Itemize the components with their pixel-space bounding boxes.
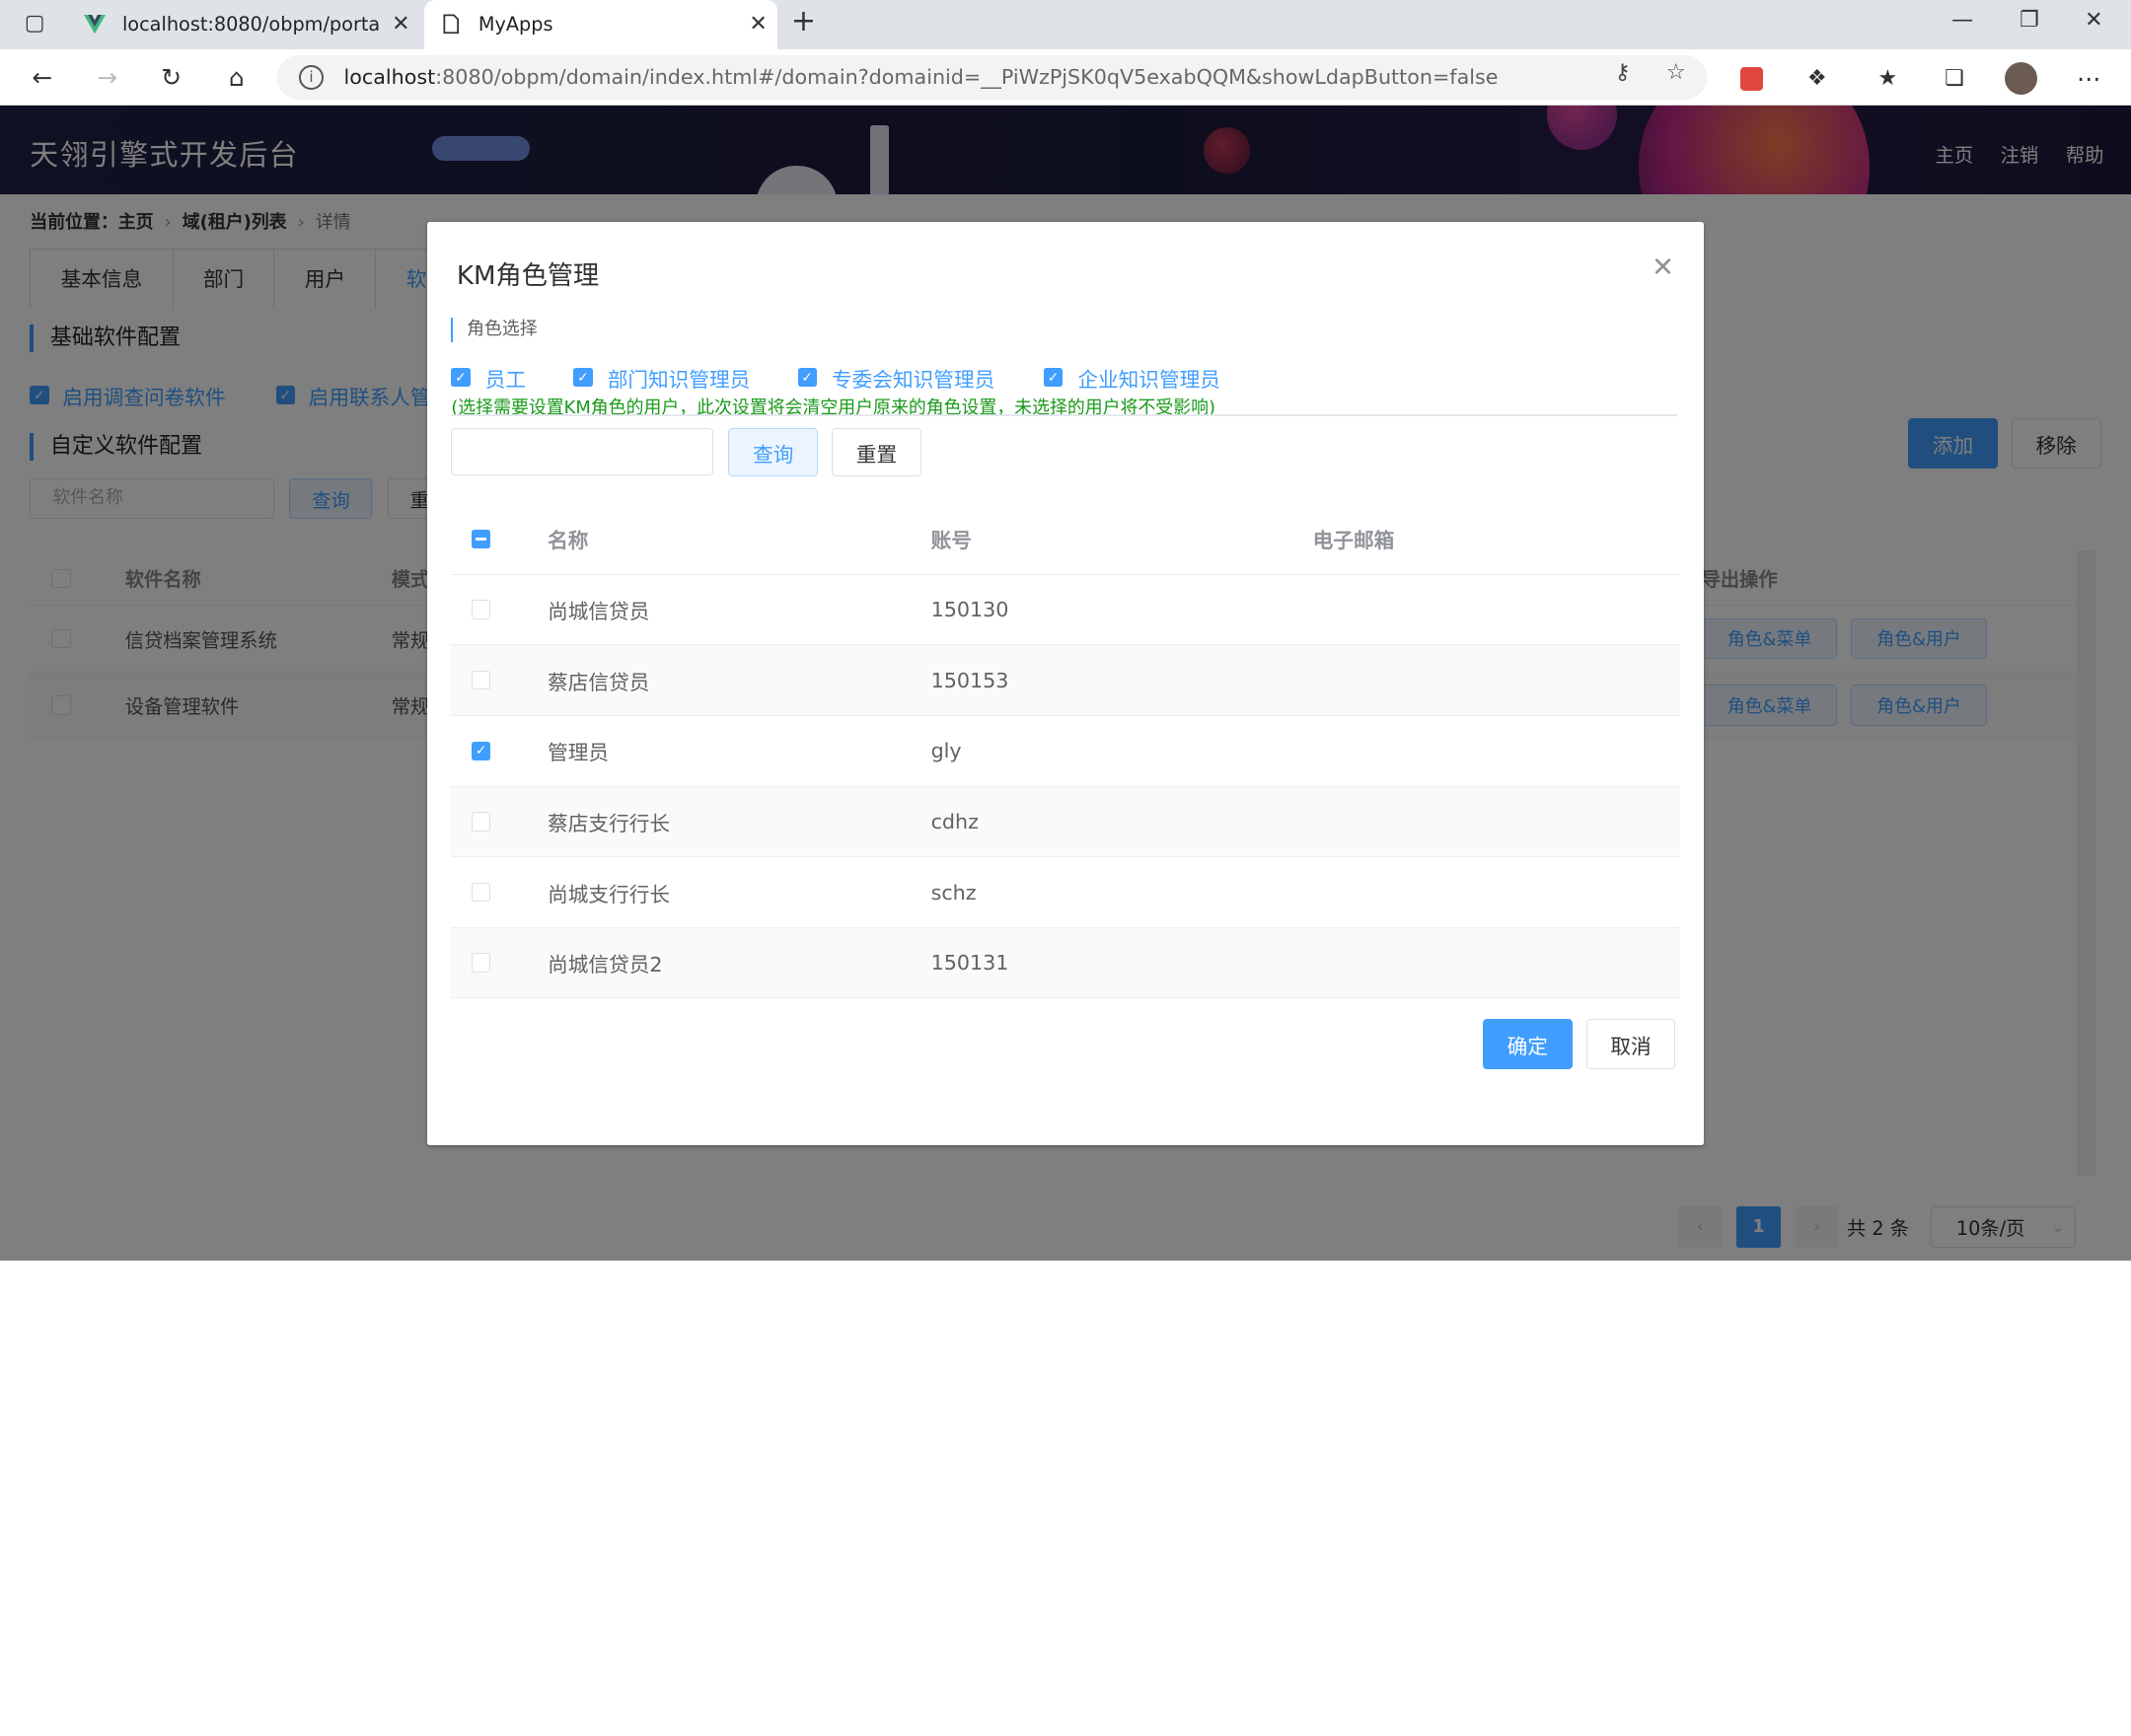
- extension-red-icon[interactable]: [1735, 62, 1768, 95]
- table-row[interactable]: 尚城信贷员 150130: [451, 575, 1680, 646]
- dialog-reset-button[interactable]: 重置: [832, 427, 921, 477]
- role-check-employee[interactable]: ✓ 员工: [451, 363, 526, 393]
- row-checkbox[interactable]: ✓: [471, 716, 491, 786]
- row-name: 尚城信贷员2: [548, 953, 663, 977]
- km-role-dialog: KM角色管理 ✕ 角色选择 ✓ 员工 ✓ 部门知识管理员 ✓ 专委会知识管理员 ✓ 企业…: [426, 221, 1705, 1146]
- row-checkbox[interactable]: [471, 787, 491, 857]
- forward-icon[interactable]: →: [90, 60, 125, 96]
- checkbox-checked[interactable]: ✓: [573, 368, 593, 388]
- window-close-icon[interactable]: ✕: [2085, 8, 2102, 33]
- document-icon: [440, 14, 462, 36]
- back-icon[interactable]: ←: [25, 60, 60, 96]
- row-checkbox[interactable]: [471, 928, 491, 998]
- checkbox-checked[interactable]: ✓: [451, 368, 471, 388]
- collections-icon[interactable]: ❏: [1938, 62, 1970, 95]
- close-tab-icon[interactable]: ✕: [382, 12, 420, 36]
- table-row[interactable]: 尚城信贷员2 150131: [451, 927, 1680, 999]
- role-label-text: 员工: [484, 367, 527, 392]
- vue-logo-icon: [84, 14, 107, 36]
- confirm-button[interactable]: 确定: [1482, 1019, 1573, 1070]
- table-row[interactable]: ✓ 管理员 gly: [451, 716, 1680, 787]
- tab-actions-icon[interactable]: ▢: [25, 11, 45, 36]
- role-check-committee-admin[interactable]: ✓ 专委会知识管理员: [797, 363, 995, 393]
- role-label-text: 部门知识管理员: [607, 367, 751, 392]
- minimize-icon[interactable]: —: [1951, 8, 1973, 33]
- refresh-icon[interactable]: ↻: [154, 60, 189, 96]
- info-icon[interactable]: i: [299, 65, 324, 90]
- role-select-label: 角色选择: [451, 318, 538, 343]
- url-host: localhost: [343, 65, 436, 90]
- close-icon[interactable]: ✕: [1652, 252, 1674, 283]
- role-label-text: 专委会知识管理员: [831, 367, 995, 392]
- tab-title: MyApps: [478, 13, 553, 36]
- row-name: 蔡店支行行长: [548, 811, 671, 835]
- dialog-title: KM角色管理: [456, 260, 600, 291]
- tab-title: localhost:8080/obpm/portal/vue: [121, 13, 382, 36]
- restore-icon[interactable]: ❐: [2020, 8, 2039, 33]
- checkbox-checked[interactable]: ✓: [1043, 368, 1064, 388]
- col-name: 名称: [548, 529, 589, 553]
- new-tab-icon[interactable]: +: [791, 4, 816, 38]
- browser-tab-2[interactable]: MyApps ✕: [423, 0, 777, 49]
- url-rest: :8080/obpm/domain/index.html#/domain?dom…: [435, 65, 1499, 90]
- row-account: gly: [930, 739, 962, 763]
- row-account: schz: [930, 880, 977, 904]
- dialog-query-button[interactable]: 查询: [728, 427, 819, 477]
- browser-tab-1[interactable]: localhost:8080/obpm/portal/vue ✕: [71, 0, 420, 49]
- table-row[interactable]: 蔡店信贷员 150153: [451, 645, 1680, 716]
- row-account: 150153: [930, 668, 1009, 692]
- close-tab-icon[interactable]: ✕: [739, 12, 777, 36]
- indeterminate-icon: [471, 529, 491, 548]
- home-icon[interactable]: ⌂: [219, 60, 255, 96]
- row-account: cdhz: [930, 809, 979, 833]
- profile-avatar[interactable]: [2004, 62, 2037, 96]
- key-icon[interactable]: ⚷: [1614, 60, 1630, 85]
- extensions-icon[interactable]: ❖: [1800, 62, 1833, 95]
- row-checkbox[interactable]: [471, 857, 491, 927]
- divider: [451, 414, 1677, 416]
- row-name: 尚城支行行长: [548, 882, 671, 906]
- row-name: 尚城信贷员: [548, 599, 650, 623]
- role-tip-text: (选择需要设置KM角色的用户，此次设置将会清空用户原来的角色设置，未选择的用户将…: [451, 398, 1215, 419]
- favorite-add-icon[interactable]: ☆: [1666, 60, 1686, 85]
- url-field[interactable]: i localhost:8080/obpm/domain/index.html#…: [277, 55, 1708, 100]
- role-check-enterprise-admin[interactable]: ✓ 企业知识管理员: [1043, 363, 1220, 393]
- cancel-button[interactable]: 取消: [1585, 1019, 1676, 1070]
- favorites-icon[interactable]: ★: [1872, 62, 1904, 95]
- table-row[interactable]: 尚城支行行长 schz: [451, 857, 1680, 928]
- user-search-input[interactable]: [451, 427, 714, 476]
- row-name: 蔡店信贷员: [548, 670, 650, 694]
- select-all-checkbox[interactable]: [471, 504, 491, 574]
- row-name: 管理员: [548, 741, 610, 765]
- row-account: 150130: [930, 597, 1009, 621]
- col-account: 账号: [930, 529, 972, 553]
- page: ▢ localhost:8080/obpm/portal/vue ✕ MyApp…: [0, 0, 2131, 1262]
- col-email: 电子邮箱: [1312, 529, 1395, 553]
- dialog-body: 角色选择 ✓ 员工 ✓ 部门知识管理员 ✓ 专委会知识管理员 ✓ 企业知识管理员 (选择…: [451, 300, 1701, 1004]
- user-table-header: 名称 账号 电子邮箱: [451, 504, 1680, 575]
- browser-tabstrip: ▢ localhost:8080/obpm/portal/vue ✕ MyApp…: [0, 0, 2131, 49]
- role-label-text: 企业知识管理员: [1077, 367, 1220, 392]
- more-menu-icon[interactable]: ⋯: [2073, 62, 2105, 95]
- checkbox-checked[interactable]: ✓: [797, 368, 817, 388]
- row-checkbox[interactable]: [471, 645, 491, 715]
- table-row[interactable]: 蔡店支行行长 cdhz: [451, 786, 1680, 858]
- row-checkbox[interactable]: [471, 575, 491, 645]
- row-account: 150131: [930, 951, 1009, 976]
- role-check-dept-admin[interactable]: ✓ 部门知识管理员: [573, 363, 750, 393]
